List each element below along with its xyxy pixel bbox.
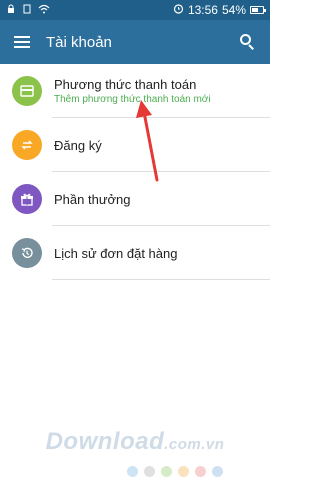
rewards-icon-circle — [12, 184, 42, 214]
battery-icon — [250, 6, 266, 14]
history-icon — [21, 247, 33, 259]
menu-icon[interactable] — [14, 36, 30, 48]
wifi-icon — [38, 3, 50, 17]
history-icon-circle — [12, 238, 42, 268]
status-left-icons — [6, 3, 50, 17]
watermark-dot — [178, 466, 189, 477]
payment-icon-circle — [12, 76, 42, 106]
watermark-dot — [127, 466, 138, 477]
status-right-icons: 13:56 54% — [173, 3, 266, 17]
credit-card-icon — [20, 85, 34, 97]
watermark-dot — [161, 466, 172, 477]
watermark-dot — [144, 466, 155, 477]
subscription-icon-circle — [12, 130, 42, 160]
payment-item-text: Phương thức thanh toán Thêm phương thức … — [54, 77, 211, 105]
subscription-item-text: Đăng ký — [54, 138, 102, 153]
watermark-domain: .com.vn — [164, 436, 225, 453]
gift-icon — [21, 193, 33, 206]
sim-icon — [22, 3, 32, 17]
watermark-brand: Download — [45, 428, 165, 455]
payment-methods-title: Phương thức thanh toán — [54, 77, 197, 92]
lock-icon — [6, 3, 16, 17]
swap-arrows-icon — [21, 140, 33, 150]
rewards-title: Phần thưởng — [54, 191, 131, 207]
list-item-order-history[interactable]: Lịch sử đơn đặt hàng — [0, 226, 270, 280]
watermark-dot — [212, 466, 223, 477]
watermark-dots — [127, 466, 223, 477]
search-icon[interactable] — [240, 34, 256, 50]
divider — [52, 279, 270, 280]
alarm-icon — [173, 3, 184, 17]
list-item-subscriptions[interactable]: Đăng ký — [0, 118, 270, 172]
list-item-rewards[interactable]: Phần thưởng — [0, 172, 270, 226]
list-item-payment-methods[interactable]: Phương thức thanh toán Thêm phương thức … — [0, 64, 270, 118]
rewards-item-text: Phần thưởng — [54, 192, 131, 207]
app-bar: Tài khoản — [0, 20, 270, 64]
watermark-dot — [195, 466, 206, 477]
status-time: 13:56 — [187, 3, 218, 17]
battery-percent: 54% — [221, 3, 246, 17]
subscriptions-title: Đăng ký — [54, 137, 102, 153]
account-menu-list: Phương thức thanh toán Thêm phương thức … — [0, 64, 270, 280]
status-bar: 13:56 54% — [0, 0, 270, 20]
download-watermark: Download.com.vn — [0, 428, 270, 456]
history-item-text: Lịch sử đơn đặt hàng — [54, 246, 177, 261]
page-title: Tài khoản — [46, 33, 112, 51]
payment-methods-subtitle: Thêm phương thức thanh toán mới — [54, 94, 211, 105]
order-history-title: Lịch sử đơn đặt hàng — [54, 245, 178, 261]
